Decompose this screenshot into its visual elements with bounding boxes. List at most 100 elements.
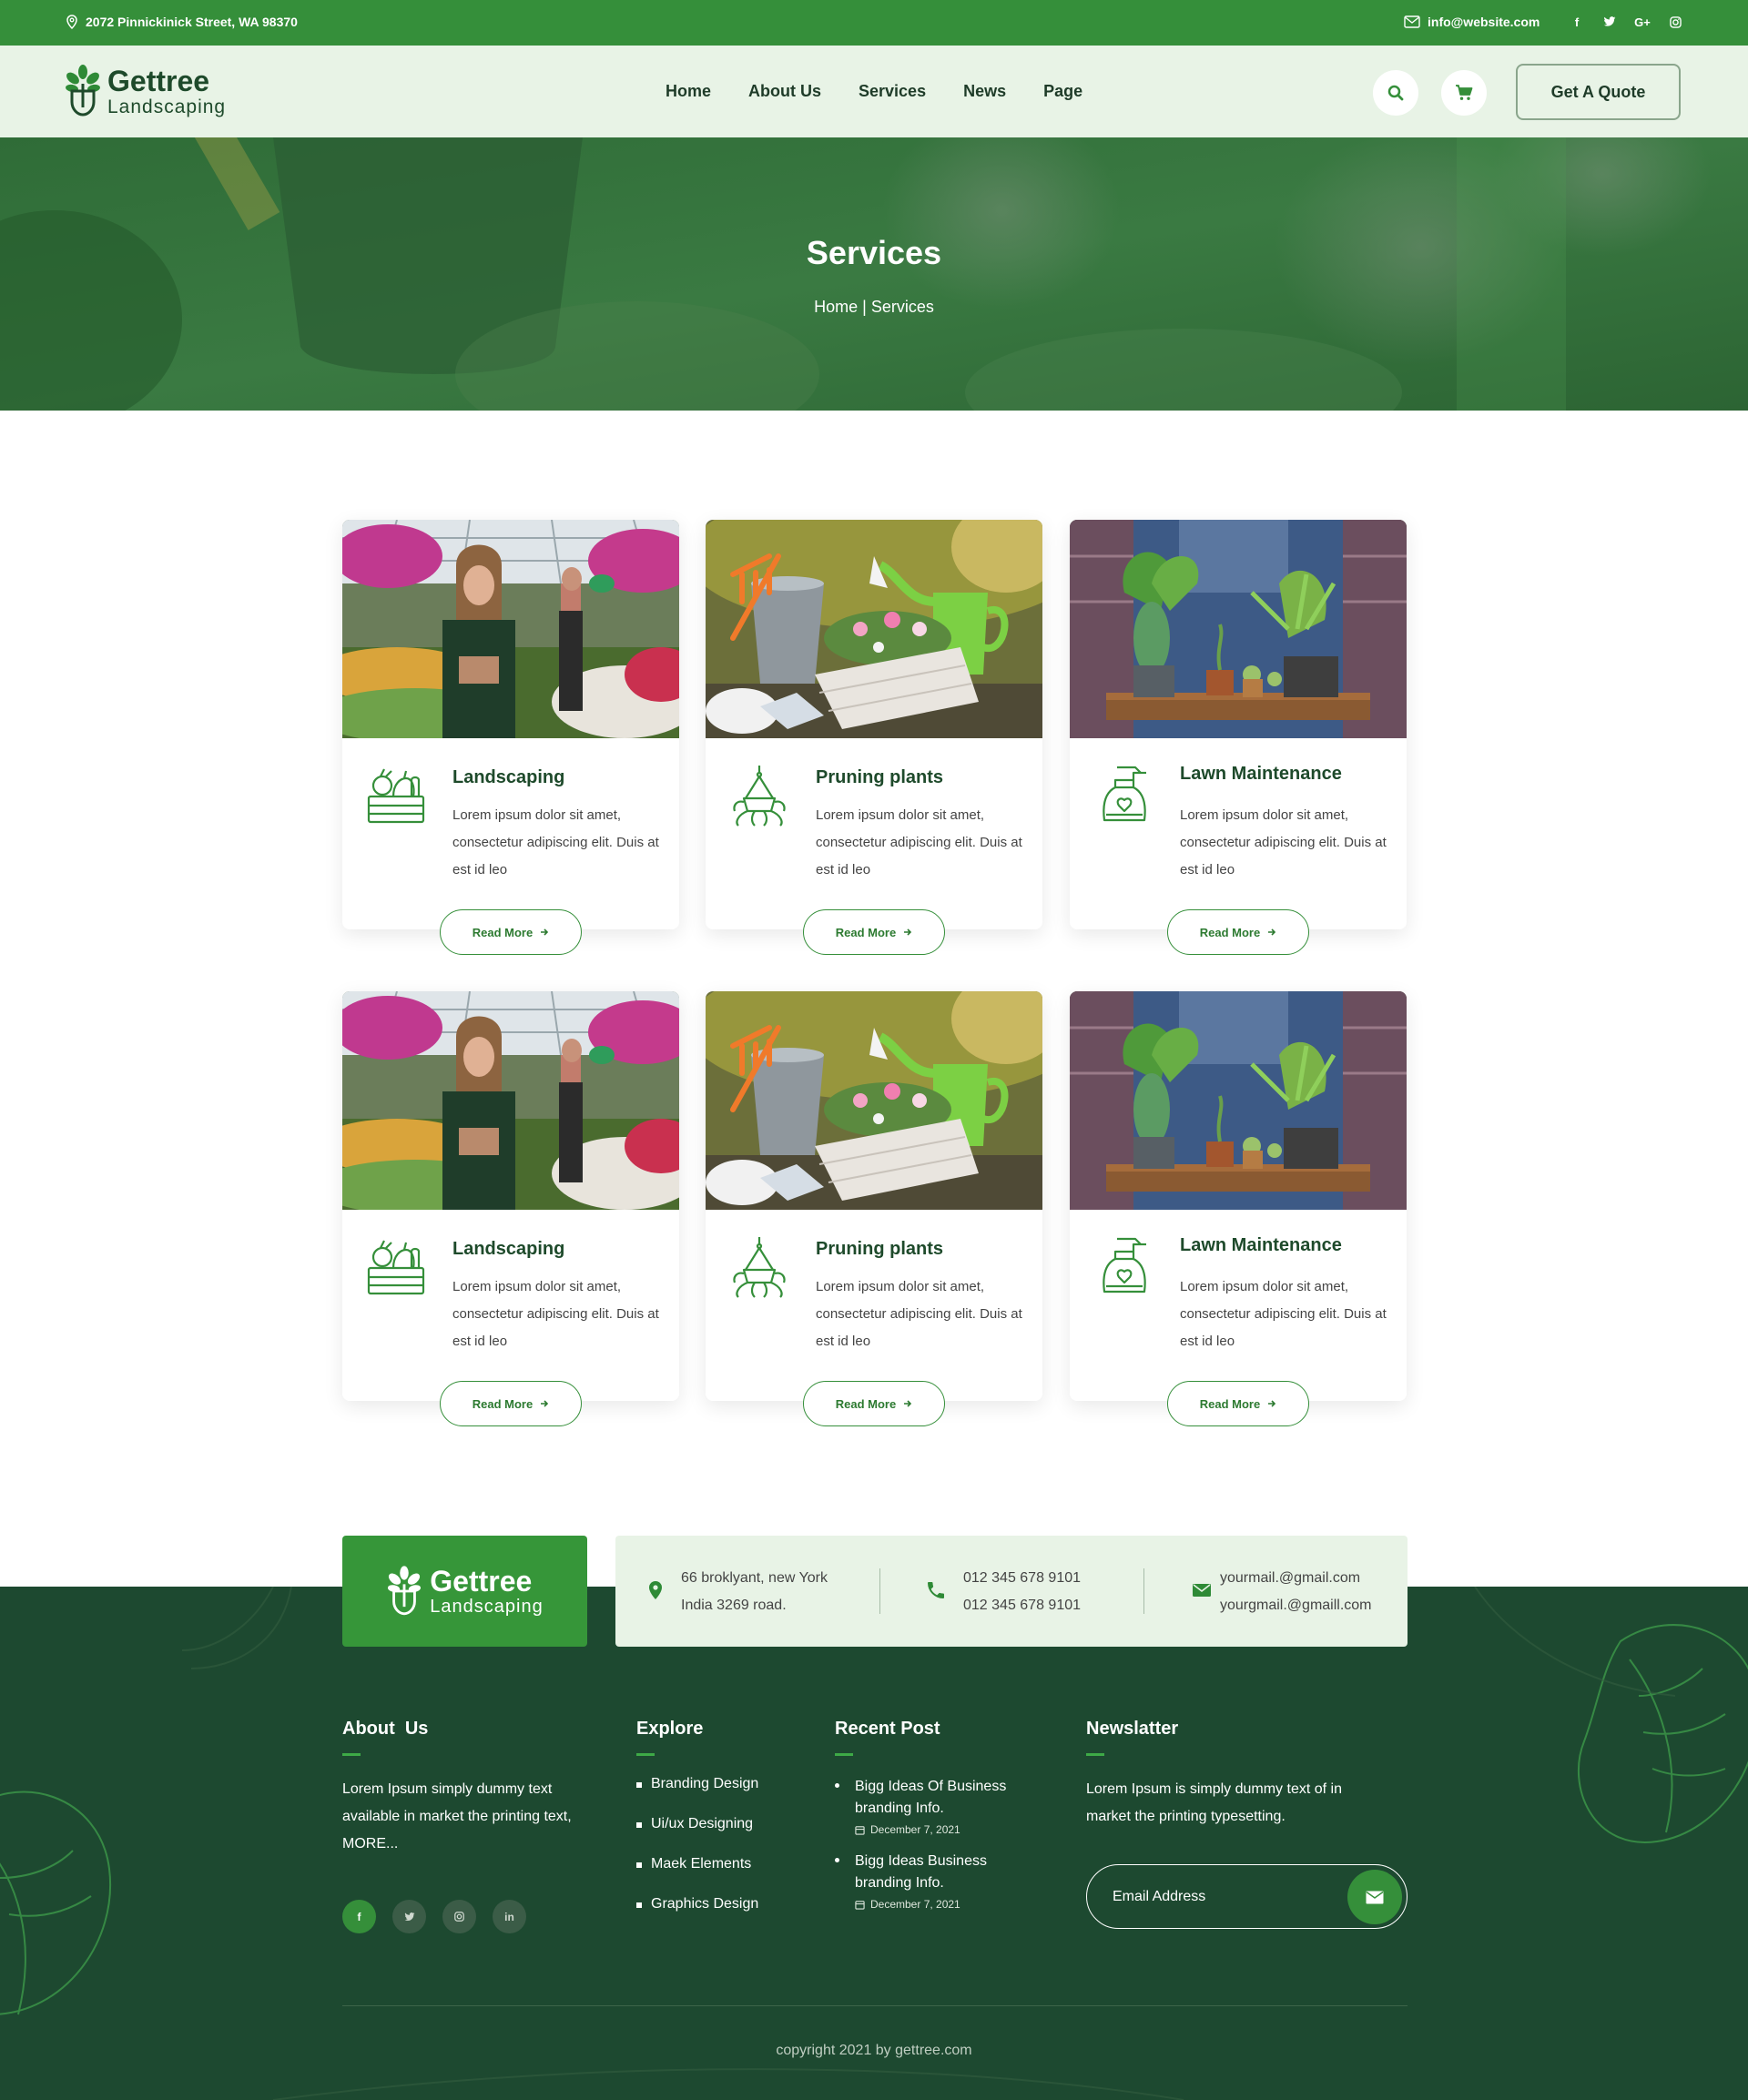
service-card: Landscaping Lorem ipsum dolor sit amet, c… [342, 520, 679, 955]
instagram-icon[interactable] [442, 1900, 476, 1933]
bullet-icon [636, 1782, 642, 1788]
read-more-label: Read More [1199, 925, 1261, 939]
recent-post-title[interactable]: Bigg Ideas Of Business branding Info. [855, 1776, 1028, 1820]
footer-logo[interactable]: Gettree Landscaping [342, 1536, 587, 1647]
mail-icon [1404, 15, 1420, 28]
bullet-icon [835, 1858, 839, 1862]
email-address[interactable]: yourmail.@gmail.com [1220, 1565, 1372, 1592]
explore-item-label[interactable]: Maek Elements [651, 1856, 751, 1872]
footer-about-heading: About Us [342, 1719, 429, 1739]
arrow-right-icon [1268, 928, 1276, 936]
linkedin-icon[interactable]: in [493, 1900, 526, 1933]
explore-item-label[interactable]: Branding Design [651, 1776, 758, 1792]
phone-number[interactable]: 012 345 678 9101 [963, 1592, 1081, 1619]
heading-underline [1086, 1753, 1104, 1756]
instagram-icon[interactable] [1668, 14, 1682, 30]
recent-post[interactable]: Bigg Ideas Of Business branding Info. De… [835, 1776, 1028, 1836]
email-text[interactable]: info@website.com [1428, 15, 1540, 29]
facebook-icon[interactable]: f [342, 1900, 376, 1933]
copyright-text: copyright 2021 by gettree.com [776, 2043, 972, 2058]
read-more-button[interactable]: Read More [1167, 1381, 1309, 1426]
service-image [706, 991, 1042, 1210]
top-bar: 2072 Pinnickinick Street, WA 98370 info@… [0, 0, 1748, 46]
main-navbar: Gettree Landscaping Home About Us Servic… [0, 46, 1748, 137]
arrow-right-icon [1268, 1400, 1276, 1407]
calendar-icon [855, 1825, 865, 1835]
arrow-right-icon [904, 928, 912, 936]
google-plus-icon[interactable]: G+ [1634, 14, 1651, 30]
nav-about-us[interactable]: About Us [748, 82, 821, 101]
service-card: Lawn Maintenance Lorem ipsum dolor sit am… [1070, 520, 1407, 955]
service-image [706, 520, 1042, 738]
nav-home[interactable]: Home [666, 82, 711, 101]
nav-services[interactable]: Services [859, 82, 926, 101]
site-logo[interactable]: Gettree Landscaping [64, 64, 226, 118]
contact-address: 66 broklyant, new York India 3269 road. [681, 1565, 828, 1619]
explore-item[interactable]: Graphics Design [636, 1896, 758, 1936]
explore-item[interactable]: Maek Elements [636, 1856, 758, 1896]
read-more-button[interactable]: Read More [440, 909, 582, 955]
logo-tagline: Landscaping [107, 96, 227, 117]
address-text: 2072 Pinnickinick Street, WA 98370 [86, 15, 298, 29]
read-more-label: Read More [835, 1396, 897, 1411]
breadcrumb-current: Services [870, 298, 934, 316]
phone-number[interactable]: 012 345 678 9101 [963, 1565, 1081, 1592]
read-more-button[interactable]: Read More [440, 1381, 582, 1426]
nav-news[interactable]: News [963, 82, 1006, 101]
footer-explore-heading: Explore [636, 1719, 704, 1739]
read-more-button[interactable]: Read More [1167, 909, 1309, 955]
main-menu: Home About Us Services News Page [666, 82, 1082, 101]
email-info[interactable]: info@website.com [1404, 15, 1540, 29]
read-more-button[interactable]: Read More [803, 909, 945, 955]
explore-item[interactable]: Ui/ux Designing [636, 1816, 758, 1856]
bullet-icon [636, 1822, 642, 1828]
spray-bottle-icon [1092, 764, 1155, 827]
heading-underline [835, 1753, 853, 1756]
service-image [1070, 520, 1407, 738]
recent-post-title[interactable]: Bigg Ideas Business branding Info. [855, 1851, 1028, 1894]
explore-list: Branding Design Ui/ux Designing Maek Ele… [636, 1776, 758, 1936]
cart-icon [1456, 85, 1473, 100]
footer-newsletter-heading: Newslatter [1086, 1719, 1179, 1739]
recent-post[interactable]: Bigg Ideas Business branding Info. Decem… [835, 1851, 1028, 1911]
breadcrumb-separator: | [858, 298, 871, 316]
bullet-icon [636, 1902, 642, 1908]
service-title: Pruning plants [816, 767, 943, 787]
twitter-icon[interactable] [392, 1900, 426, 1933]
date-text: December 7, 2021 [870, 1898, 960, 1911]
newsletter-submit-button[interactable] [1347, 1870, 1402, 1924]
divider [879, 1568, 880, 1614]
calendar-icon [855, 1900, 865, 1910]
search-icon [1387, 85, 1404, 101]
location-pin-icon [649, 1581, 662, 1599]
garden-crate-icon [364, 1235, 428, 1299]
date-text: December 7, 2021 [870, 1823, 960, 1836]
facebook-icon[interactable]: f [1570, 14, 1584, 30]
twitter-icon[interactable] [1602, 14, 1617, 30]
cart-button[interactable] [1441, 70, 1487, 116]
service-image [1070, 991, 1407, 1210]
read-more-button[interactable]: Read More [803, 1381, 945, 1426]
nav-page[interactable]: Page [1043, 82, 1082, 101]
explore-item[interactable]: Branding Design [636, 1776, 758, 1816]
breadcrumb-home[interactable]: Home [814, 298, 858, 316]
footer-recent-heading: Recent Post [835, 1719, 940, 1739]
footer-social-links: f in [342, 1900, 526, 1933]
get-a-quote-button[interactable]: Get A Quote [1516, 64, 1681, 120]
email-address[interactable]: yourgmail.@gmaill.com [1220, 1592, 1372, 1619]
newsletter-email-input[interactable] [1113, 1885, 1331, 1909]
service-photo [706, 991, 1042, 1210]
service-card: Landscaping Lorem ipsum dolor sit amet, c… [342, 991, 679, 1426]
service-description: Lorem ipsum dolor sit amet, consectetur … [1180, 807, 1387, 878]
arrow-right-icon [904, 1400, 912, 1407]
arrow-right-icon [541, 1400, 549, 1407]
read-more-label: Read More [835, 925, 897, 939]
service-title: Lawn Maintenance [1180, 1235, 1342, 1255]
search-button[interactable] [1373, 70, 1418, 116]
divider [1143, 1568, 1144, 1614]
explore-item-label[interactable]: Graphics Design [651, 1896, 758, 1912]
service-photo [706, 520, 1042, 738]
logo-tree-icon [388, 1566, 422, 1616]
address-line: 66 broklyant, new York [681, 1570, 828, 1586]
explore-item-label[interactable]: Ui/ux Designing [651, 1816, 753, 1832]
